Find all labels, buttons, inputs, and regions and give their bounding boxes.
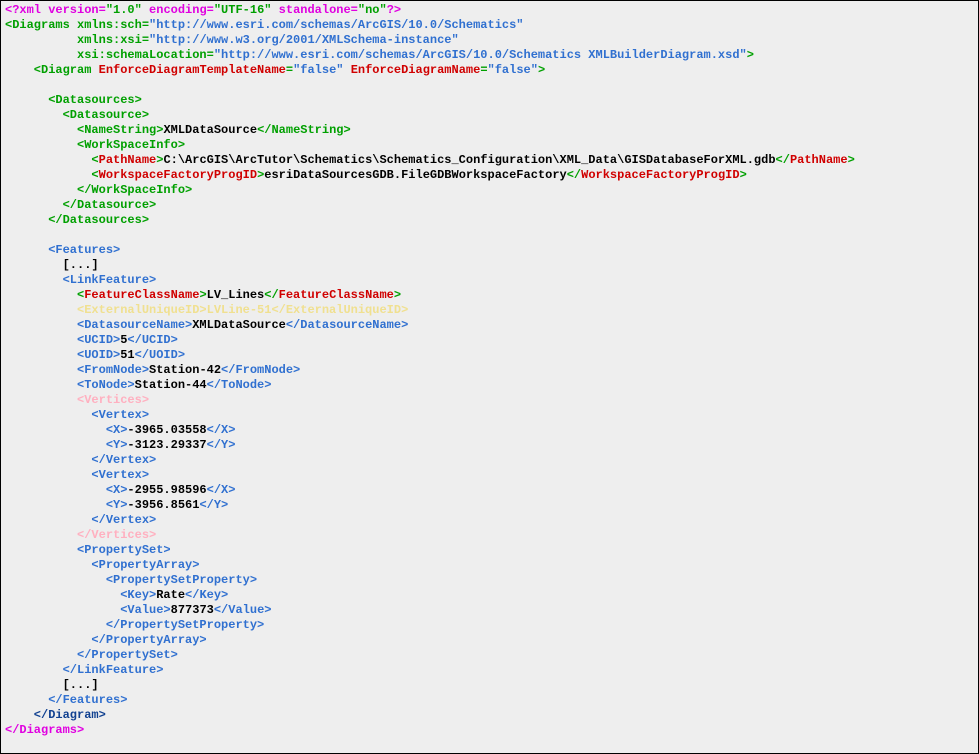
code-line-11: <WorkspaceFactoryProgID>esriDataSourcesG…	[5, 168, 974, 183]
code-line-23: <UOID>51</UOID>	[5, 348, 974, 363]
code-line-44: </LinkFeature>	[5, 663, 974, 678]
code-line-35: </Vertices>	[5, 528, 974, 543]
code-line-25: <ToNode>Station-44</ToNode>	[5, 378, 974, 393]
code-line-3: xsi:schemaLocation="http://www.esri.com/…	[5, 48, 974, 63]
code-line-6: <Datasources>	[5, 93, 974, 108]
code-line-31: <Vertex>	[5, 468, 974, 483]
code-line-9: <WorkSpaceInfo>	[5, 138, 974, 153]
code-line-28: <X>-3965.03558</X>	[5, 423, 974, 438]
code-line-21: <DatasourceName>XMLDataSource</Datasourc…	[5, 318, 974, 333]
code-line-30: </Vertex>	[5, 453, 974, 468]
code-line-8: <NameString>XMLDataSource</NameString>	[5, 123, 974, 138]
code-line-41: </PropertySetProperty>	[5, 618, 974, 633]
code-line-17: [...]	[5, 258, 974, 273]
code-line-4: <Diagram EnforceDiagramTemplateName="fal…	[5, 63, 974, 78]
code-line-0: <?xml version="1.0" encoding="UTF-16" st…	[5, 3, 974, 18]
code-line-10: <PathName>C:\ArcGIS\ArcTutor\Schematics\…	[5, 153, 974, 168]
code-line-38: <PropertySetProperty>	[5, 573, 974, 588]
code-line-2: xmlns:xsi="http://www.w3.org/2001/XMLSch…	[5, 33, 974, 48]
code-line-47: </Diagram>	[5, 708, 974, 723]
code-line-22: <UCID>5</UCID>	[5, 333, 974, 348]
code-line-39: <Key>Rate</Key>	[5, 588, 974, 603]
code-line-26: <Vertices>	[5, 393, 974, 408]
code-line-15	[5, 228, 974, 243]
code-line-13: </Datasource>	[5, 198, 974, 213]
xml-code-view: <?xml version="1.0" encoding="UTF-16" st…	[0, 0, 979, 754]
code-line-40: <Value>877373</Value>	[5, 603, 974, 618]
code-line-37: <PropertyArray>	[5, 558, 974, 573]
code-line-27: <Vertex>	[5, 408, 974, 423]
code-line-34: </Vertex>	[5, 513, 974, 528]
code-line-14: </Datasources>	[5, 213, 974, 228]
code-line-29: <Y>-3123.29337</Y>	[5, 438, 974, 453]
code-line-46: </Features>	[5, 693, 974, 708]
code-line-24: <FromNode>Station-42</FromNode>	[5, 363, 974, 378]
code-line-5	[5, 78, 974, 93]
code-line-42: </PropertyArray>	[5, 633, 974, 648]
code-line-19: <FeatureClassName>LV_Lines</FeatureClass…	[5, 288, 974, 303]
code-line-45: [...]	[5, 678, 974, 693]
code-line-43: </PropertySet>	[5, 648, 974, 663]
code-line-32: <X>-2955.98596</X>	[5, 483, 974, 498]
code-line-12: </WorkSpaceInfo>	[5, 183, 974, 198]
code-line-1: <Diagrams xmlns:sch="http://www.esri.com…	[5, 18, 974, 33]
code-line-20: <ExternalUniqueID>LVLine-51</ExternalUni…	[5, 303, 974, 318]
code-line-33: <Y>-3956.8561</Y>	[5, 498, 974, 513]
code-line-36: <PropertySet>	[5, 543, 974, 558]
code-line-48: </Diagrams>	[5, 723, 974, 738]
code-line-7: <Datasource>	[5, 108, 974, 123]
code-line-16: <Features>	[5, 243, 974, 258]
code-line-18: <LinkFeature>	[5, 273, 974, 288]
